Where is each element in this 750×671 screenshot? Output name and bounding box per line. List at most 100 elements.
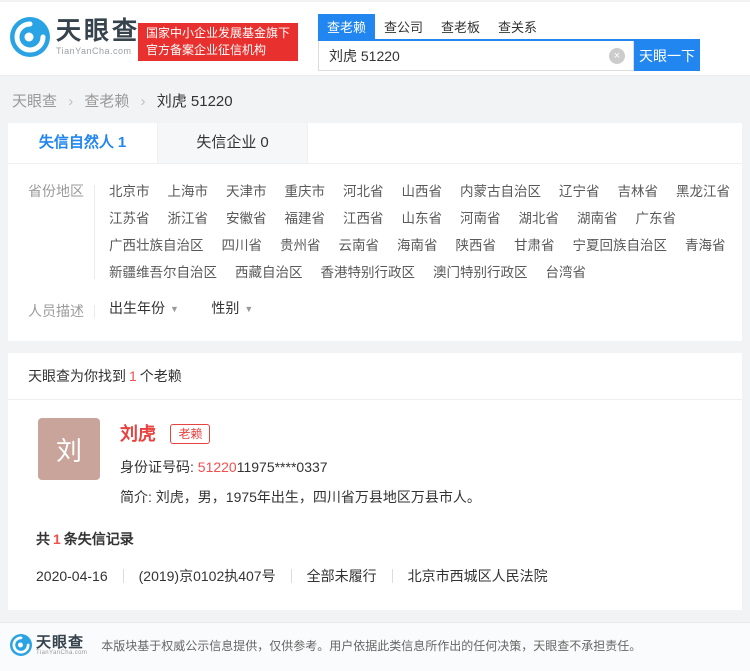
record-divider <box>392 569 393 583</box>
province-filter[interactable]: 宁夏回族自治区 <box>573 232 668 259</box>
province-filter[interactable]: 江苏省 <box>109 205 150 232</box>
province-filter[interactable]: 重庆市 <box>285 178 326 205</box>
record-count: 共1条失信记录 <box>8 523 742 549</box>
province-filter[interactable]: 吉林省 <box>618 178 659 205</box>
province-filter[interactable]: 新疆维吾尔自治区 <box>109 259 217 286</box>
site-footer: 天眼查 TianYanCha.com 本版块基于权威公示信息提供，仅供参考。用户… <box>0 622 750 671</box>
result-tabs: 失信自然人1 失信企业0 <box>8 123 742 164</box>
avatar[interactable]: 刘 <box>38 418 100 480</box>
brand-logo[interactable]: 天眼查 TianYanCha.com <box>10 17 140 57</box>
certification-badge-line2: 官方备案企业征信机构 <box>146 42 290 59</box>
search-tab-relation[interactable]: 查关系 <box>489 14 546 39</box>
province-filter[interactable]: 湖南省 <box>577 205 618 232</box>
province-filter[interactable]: 广东省 <box>636 205 677 232</box>
province-filter[interactable]: 安徽省 <box>226 205 267 232</box>
province-filter[interactable]: 浙江省 <box>168 205 209 232</box>
birth-year-dropdown[interactable]: 出生年份▼ <box>109 300 179 316</box>
province-filter-row: 省份地区 北京市 上海市 天津市 重庆市 河北省 山西省 内蒙古自治区 辽宁省 … <box>8 178 742 286</box>
tab-dishonest-company[interactable]: 失信企业0 <box>158 123 308 163</box>
province-filter[interactable]: 山东省 <box>402 205 443 232</box>
breadcrumb-current: 刘虎 51220 <box>157 93 233 110</box>
province-filter[interactable]: 香港特别行政区 <box>321 259 416 286</box>
results-count: 1 <box>129 368 137 384</box>
brand-name: 天眼查 <box>56 18 140 44</box>
province-filter[interactable]: 黑龙江省 <box>676 178 730 205</box>
chevron-down-icon: ▼ <box>170 304 179 314</box>
site-header: 天眼查 TianYanCha.com 国家中小企业发展基金旗下 官方备案企业征信… <box>0 0 750 76</box>
id-highlight: 51220 <box>198 459 237 475</box>
footer-brand-domain: TianYanCha.com <box>36 650 87 656</box>
province-filter[interactable]: 江西省 <box>343 205 384 232</box>
filter-divider <box>94 305 95 318</box>
person-intro: 简介: 刘虎，男，1975年出生，四川省万县地区万县市人。 <box>120 487 481 507</box>
province-filter[interactable]: 海南省 <box>397 232 438 259</box>
footer-logo[interactable]: 天眼查 TianYanCha.com <box>10 634 87 656</box>
province-filter[interactable]: 山西省 <box>402 178 443 205</box>
province-filter[interactable]: 甘肃省 <box>514 232 555 259</box>
province-filter[interactable]: 青海省 <box>685 232 726 259</box>
province-filter[interactable]: 河南省 <box>460 205 501 232</box>
record-date: 2020-04-16 <box>36 568 108 584</box>
search-tab-company[interactable]: 查公司 <box>375 14 432 39</box>
search-tab-boss[interactable]: 查老板 <box>432 14 489 39</box>
record-case-number: (2019)京0102执407号 <box>139 566 276 586</box>
filter-divider <box>94 185 95 279</box>
province-filter[interactable]: 福建省 <box>285 205 326 232</box>
province-filter[interactable]: 河北省 <box>343 178 384 205</box>
search-area: 查老赖 查公司 查老板 查关系 × 天眼一下 <box>318 14 700 71</box>
tianyancha-logo-icon <box>10 634 32 656</box>
filters: 省份地区 北京市 上海市 天津市 重庆市 河北省 山西省 内蒙古自治区 辽宁省 … <box>8 164 742 341</box>
person-filter-row: 人员描述 出生年份▼ 性别▼ <box>8 298 742 325</box>
province-filter[interactable]: 广西壮族自治区 <box>109 232 204 259</box>
province-filter[interactable]: 辽宁省 <box>559 178 600 205</box>
chevron-down-icon: ▼ <box>244 304 253 314</box>
person-id-number: 身份证号码: 5122011975****0337 <box>120 457 481 477</box>
dishonest-record-row[interactable]: 2020-04-16 (2019)京0102执407号 全部未履行 北京市西城区… <box>8 549 742 610</box>
province-filter[interactable]: 陕西省 <box>456 232 497 259</box>
tab-dishonest-company-count: 0 <box>260 134 268 151</box>
footer-brand-name: 天眼查 <box>36 635 87 650</box>
search-button[interactable]: 天眼一下 <box>634 41 700 71</box>
search-tabs: 查老赖 查公司 查老板 查关系 <box>318 14 700 39</box>
laolai-badge: 老赖 <box>170 424 210 444</box>
record-count-number: 1 <box>53 531 61 547</box>
breadcrumb-separator: › <box>141 93 146 110</box>
brand-domain: TianYanCha.com <box>56 46 140 56</box>
province-filter[interactable]: 上海市 <box>168 178 209 205</box>
person-result: 刘 刘虎 老赖 身份证号码: 5122011975****0337 简介: 刘虎… <box>8 400 742 523</box>
province-filter[interactable]: 西藏自治区 <box>235 259 303 286</box>
province-filter[interactable]: 内蒙古自治区 <box>460 178 541 205</box>
province-filter[interactable]: 贵州省 <box>280 232 321 259</box>
breadcrumb-laolai[interactable]: 查老赖 <box>84 93 129 110</box>
search-tab-laolai[interactable]: 查老赖 <box>318 14 375 39</box>
gender-dropdown[interactable]: 性别▼ <box>211 300 253 316</box>
footer-disclaimer: 本版块基于权威公示信息提供，仅供参考。用户依据此类信息所作出的任何决策，天眼查不… <box>101 637 641 654</box>
province-filter[interactable]: 天津市 <box>226 178 267 205</box>
province-filter[interactable]: 湖北省 <box>519 205 560 232</box>
breadcrumb-home[interactable]: 天眼查 <box>12 93 57 110</box>
record-divider <box>291 569 292 583</box>
results-summary: 天眼查为你找到1个老赖 <box>8 353 742 400</box>
province-filter[interactable]: 云南省 <box>339 232 380 259</box>
record-divider <box>123 569 124 583</box>
province-filter-label: 省份地区 <box>8 178 94 205</box>
results-card: 天眼查为你找到1个老赖 刘 刘虎 老赖 身份证号码: 5122011975***… <box>8 353 742 610</box>
breadcrumb: 天眼查 › 查老赖 › 刘虎 51220 <box>12 90 750 111</box>
certification-badge-line1: 国家中小企业发展基金旗下 <box>146 25 290 42</box>
person-name[interactable]: 刘虎 <box>120 424 156 444</box>
province-filter[interactable]: 北京市 <box>109 178 150 205</box>
tianyancha-logo-icon <box>10 17 50 57</box>
tab-dishonest-person[interactable]: 失信自然人1 <box>8 123 158 163</box>
clear-icon[interactable]: × <box>609 48 625 64</box>
breadcrumb-separator: › <box>68 93 73 110</box>
person-filter-label: 人员描述 <box>8 298 94 325</box>
province-filter[interactable]: 台湾省 <box>546 259 587 286</box>
certification-badge: 国家中小企业发展基金旗下 官方备案企业征信机构 <box>138 23 298 61</box>
province-filter[interactable]: 澳门特别行政区 <box>433 259 528 286</box>
tab-dishonest-person-count: 1 <box>118 134 126 151</box>
record-court: 北京市西城区人民法院 <box>408 566 548 586</box>
filter-card: 失信自然人1 失信企业0 省份地区 北京市 上海市 天津市 重庆市 河北省 山西… <box>8 123 742 341</box>
province-filter[interactable]: 四川省 <box>222 232 263 259</box>
record-status: 全部未履行 <box>307 566 377 586</box>
search-input[interactable] <box>318 41 634 71</box>
